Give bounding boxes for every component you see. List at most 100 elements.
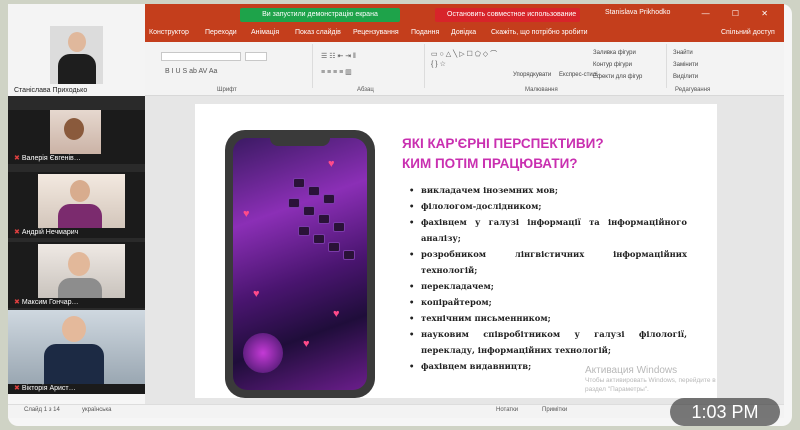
list-item: копірайтером; <box>407 294 687 310</box>
phone-screen: ♥ ♥ ♥ ♥ ♥ <box>233 138 367 390</box>
language-indicator[interactable]: українська <box>82 407 112 413</box>
tab-animations[interactable]: Анімація <box>251 29 279 36</box>
participant-tile[interactable]: ✖ Валерія Євгенів… <box>8 110 145 164</box>
align-buttons[interactable]: ≡ ≡ ≡ ≡ ▥ <box>321 68 352 76</box>
tab-slideshow[interactable]: Показ слайдів <box>295 29 341 36</box>
keyboard-key <box>303 206 315 216</box>
keyboard-key <box>333 222 345 232</box>
drawing-group-label: Малювання <box>525 87 558 93</box>
participant-name-text: Максим Гончар… <box>21 299 79 306</box>
find-button[interactable]: Знайти <box>673 50 693 56</box>
muted-mic-icon: ✖ <box>14 155 20 162</box>
ribbon-body: B I U S ab AV Aa Шрифт ☰ ☷ ⇤ ⇥ ‖ ≡ ≡ ≡ ≡… <box>145 42 784 96</box>
participant-video <box>8 310 145 384</box>
font-format-buttons[interactable]: B I U S ab AV Aa <box>165 68 217 75</box>
participant-tile[interactable]: ✖ Максим Гончар… <box>8 242 145 308</box>
font-size-box[interactable] <box>245 52 267 61</box>
keyboard-key <box>323 194 335 204</box>
tab-design[interactable]: Конструктор <box>149 29 189 36</box>
watermark-text: Чтобы активировать Windows, перейдите в <box>585 377 716 384</box>
font-name-box[interactable] <box>161 52 241 61</box>
participant-video <box>38 244 125 298</box>
phone-image: ♥ ♥ ♥ ♥ ♥ <box>225 130 375 398</box>
slide-workspace: ♥ ♥ ♥ ♥ ♥ ЯКІ КАР'ЄРНІ ПЕРСПЕКТИВИ? КИМ … <box>145 96 784 410</box>
tab-view[interactable]: Подання <box>411 29 439 36</box>
editing-group: Знайти Замінити Виділити <box>667 44 737 88</box>
slide-title-line1: ЯКІ КАР'ЄРНІ ПЕРСПЕКТИВИ? <box>402 136 604 151</box>
person-body <box>58 204 102 228</box>
share-button[interactable]: Спільний доступ <box>721 29 775 36</box>
heart-icon: ♥ <box>333 308 340 320</box>
slide-counter: Слайд 1 з 14 <box>24 407 60 413</box>
list-item: науковим співробітником у галузі філолог… <box>407 326 687 358</box>
heart-icon: ♥ <box>328 158 335 170</box>
comments-button[interactable]: Примітки <box>542 407 567 413</box>
watermark-text: раздел "Параметры". <box>585 386 649 393</box>
person-body <box>58 278 102 298</box>
list-item: перекладачем; <box>407 278 687 294</box>
keyboard-key <box>298 226 310 236</box>
list-item: розробником лінгвістичних інформаційних … <box>407 246 687 278</box>
slide-title: ЯКІ КАР'ЄРНІ ПЕРСПЕКТИВИ? КИМ ПОТІМ ПРАЦ… <box>402 134 604 174</box>
stop-share-button[interactable]: Остановить совместное использование <box>435 8 580 22</box>
list-item: філологом-дослідником; <box>407 198 687 214</box>
clock-overlay: 1:03 PM <box>670 398 780 426</box>
quick-styles-button[interactable]: Експрес-стилі <box>559 72 598 78</box>
headphones-shape <box>243 333 283 373</box>
slide-canvas[interactable]: ♥ ♥ ♥ ♥ ♥ ЯКІ КАР'ЄРНІ ПЕРСПЕКТИВИ? КИМ … <box>195 104 717 398</box>
tab-help[interactable]: Довідка <box>451 29 476 36</box>
list-buttons[interactable]: ☰ ☷ ⇤ ⇥ ‖ <box>321 52 356 60</box>
participant-tile[interactable]: ✖ Андрій Нечмарич <box>8 172 145 238</box>
window-controls[interactable]: — ☐ ✕ <box>702 9 778 18</box>
paragraph-group-label: Абзац <box>357 87 374 93</box>
shape-effects-button[interactable]: Ефекти для фігур <box>593 74 642 80</box>
status-bar: Слайд 1 з 14 українська Нотатки Примітки <box>8 404 784 418</box>
shape-fill-button[interactable]: Заливка фігури <box>593 50 636 56</box>
career-list: викладачем іноземних мов; філологом-досл… <box>407 182 687 374</box>
participant-tile[interactable]: Станіслава Приходько <box>8 4 145 96</box>
tab-transitions[interactable]: Переходи <box>205 29 237 36</box>
replace-button[interactable]: Замінити <box>673 62 698 68</box>
participant-tile[interactable]: ✖ Вікторія Арист… <box>8 310 145 394</box>
participant-name: ✖ Андрій Нечмарич <box>14 228 78 236</box>
list-item: технічним письменником; <box>407 310 687 326</box>
person-head <box>68 32 86 52</box>
person-head <box>64 118 84 140</box>
keyboard-key <box>318 214 330 224</box>
shapes-gallery[interactable]: ▭ ○ △ ╲ ▷ ☐ ⬠ ◇ ⌒ { } ☆ <box>431 50 501 70</box>
participant-name: ✖ Вікторія Арист… <box>14 384 76 392</box>
shape-outline-button[interactable]: Контур фігури <box>593 62 632 68</box>
presenter-name: Stanislava Prikhodko <box>605 9 671 16</box>
participants-panel: Станіслава Приходько ✖ Валерія Євгенів… ✖… <box>8 4 145 394</box>
font-group: B I U S ab AV Aa <box>145 44 313 88</box>
share-notice: Ви запустили демонстрацію екрана <box>240 8 400 22</box>
notes-button[interactable]: Нотатки <box>496 407 518 413</box>
tab-review[interactable]: Рецензування <box>353 29 399 36</box>
ribbon-tabs: Конструктор Переходи Анімація Показ слай… <box>145 26 784 42</box>
participant-name: Станіслава Приходько <box>14 87 88 94</box>
list-item: викладачем іноземних мов; <box>407 182 687 198</box>
participant-video <box>50 110 101 154</box>
keyboard-key <box>308 186 320 196</box>
keyboard-key <box>313 234 325 244</box>
participant-video <box>50 26 103 84</box>
keyboard-key <box>288 198 300 208</box>
heart-icon: ♥ <box>303 338 310 350</box>
heart-icon: ♥ <box>253 288 260 300</box>
muted-mic-icon: ✖ <box>14 385 20 392</box>
heart-icon: ♥ <box>243 208 250 220</box>
person-head <box>68 252 90 276</box>
participant-name: ✖ Валерія Євгенів… <box>14 154 81 162</box>
tell-me-search[interactable]: Скажіть, що потрібно зробити <box>491 29 588 36</box>
keyboard-key <box>343 250 355 260</box>
person-head <box>70 180 90 202</box>
screen-share-bar: Ви запустили демонстрацію екрана Останов… <box>145 4 784 26</box>
participant-name-text: Андрій Нечмарич <box>21 229 79 236</box>
arrange-button[interactable]: Упорядкувати <box>513 72 551 78</box>
keyboard-key <box>328 242 340 252</box>
person-body <box>58 54 96 84</box>
paragraph-group: ☰ ☷ ⇤ ⇥ ‖ ≡ ≡ ≡ ≡ ▥ <box>313 44 425 88</box>
select-button[interactable]: Виділити <box>673 74 698 80</box>
editing-group-label: Редагування <box>675 87 711 93</box>
slide-title-line2: КИМ ПОТІМ ПРАЦЮВАТИ? <box>402 156 578 171</box>
